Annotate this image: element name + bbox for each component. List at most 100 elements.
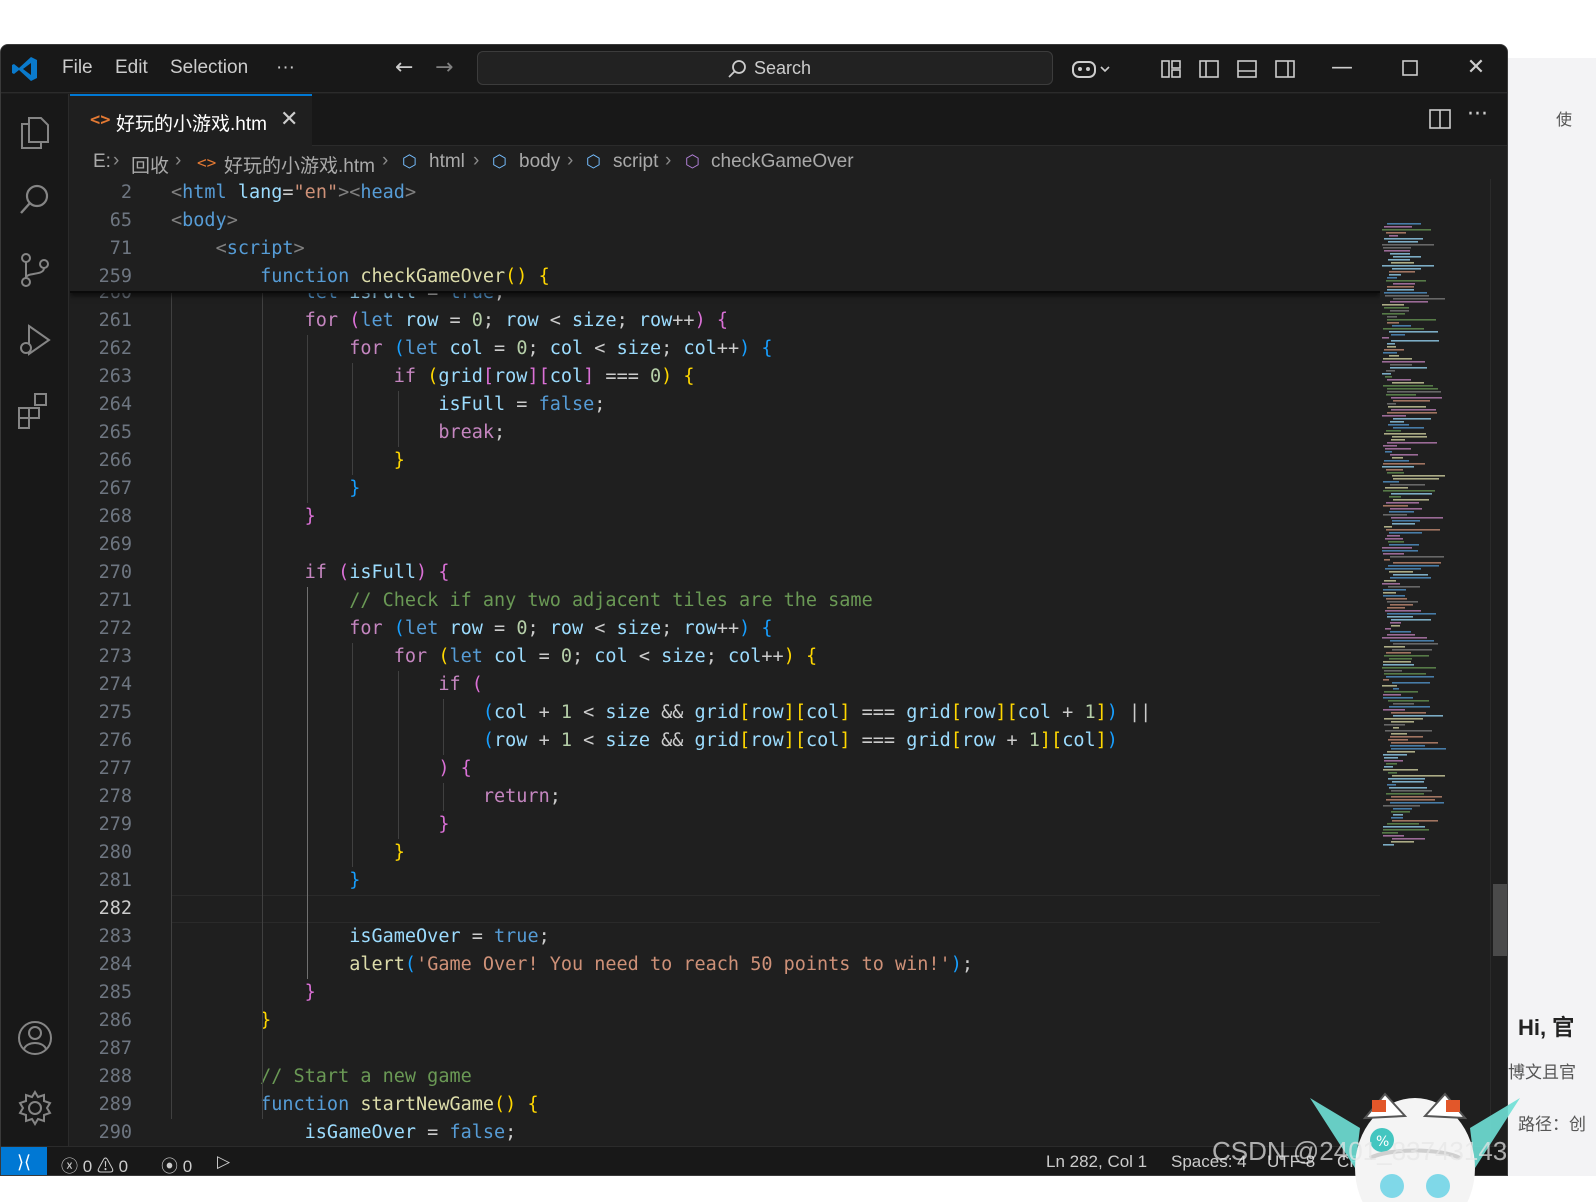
code-line[interactable]: 277 ) { <box>70 755 1380 783</box>
menu-more[interactable]: ··· <box>276 57 295 79</box>
breadcrumb-script[interactable]: script <box>613 151 658 173</box>
close-tab-icon[interactable]: ✕ <box>280 107 298 132</box>
account-icon[interactable] <box>15 1018 55 1058</box>
remote-indicator-icon[interactable]: ⟩⟨ <box>1 1147 47 1175</box>
code-line[interactable]: 261 for (let row = 0; row < size; row++)… <box>70 307 1380 335</box>
code-line[interactable]: 284 alert('Game Over! You need to reach … <box>70 951 1380 979</box>
status-ports[interactable]: ⦿ 0 <box>161 1152 193 1176</box>
code-text: ) { <box>438 758 472 779</box>
chevron-right-icon: › <box>473 150 480 171</box>
code-line[interactable]: 281 } <box>70 867 1380 895</box>
back-arrow-icon[interactable]: ← <box>395 55 413 80</box>
ports-count: 0 <box>182 1157 193 1176</box>
editor-tab-bar: <> 好玩的小游戏.htm ✕ ··· <box>70 94 1507 146</box>
line-number: 290 <box>98 1122 132 1143</box>
code-line[interactable]: 270 if (isFull) { <box>70 559 1380 587</box>
breadcrumb-body[interactable]: body <box>519 151 560 173</box>
minimap[interactable] <box>1380 179 1490 1146</box>
status-cursor-position[interactable]: Ln 282, Col 1 <box>1046 1152 1147 1172</box>
code-line[interactable]: 279 } <box>70 811 1380 839</box>
code-line[interactable]: 287 <box>70 1035 1380 1063</box>
code-line[interactable]: 269 <box>70 531 1380 559</box>
code-text: (row + 1 < size && grid[row][col] === gr… <box>482 730 1118 751</box>
code-text: return; <box>482 786 561 807</box>
html-file-icon: <> <box>197 153 217 172</box>
code-line[interactable]: 274 if ( <box>70 671 1380 699</box>
command-search-box[interactable]: Search <box>477 51 1053 85</box>
code-line[interactable]: 282 <box>70 895 1380 923</box>
code-line[interactable]: 285 } <box>70 979 1380 1007</box>
line-number: 259 <box>98 266 132 287</box>
more-actions-icon[interactable]: ··· <box>1467 102 1493 128</box>
code-text: } <box>304 982 316 1003</box>
code-text: (col + 1 < size && grid[row][col] === gr… <box>482 702 1152 723</box>
menu-selection[interactable]: Selection <box>170 57 248 79</box>
code-line[interactable]: 288 // Start a new game <box>70 1063 1380 1091</box>
menu-file[interactable]: File <box>62 57 93 79</box>
html-file-icon: <> <box>90 110 111 130</box>
split-editor-icon[interactable] <box>1427 106 1453 132</box>
symbol-element-icon: ⬡ <box>402 152 417 171</box>
close-window-icon[interactable]: ✕ <box>1461 53 1491 83</box>
breadcrumb-function[interactable]: checkGameOver <box>711 151 854 173</box>
code-line[interactable]: 262 for (let col = 0; col < size; col++)… <box>70 335 1380 363</box>
line-number: 274 <box>98 674 132 695</box>
code-line[interactable]: 266 } <box>70 447 1380 475</box>
sticky-line[interactable]: 259 function checkGameOver() { <box>70 263 1380 291</box>
menu-edit[interactable]: Edit <box>115 57 148 79</box>
run-and-debug-icon[interactable] <box>15 320 55 360</box>
code-editor[interactable]: 260 let isFull = true;261 for (let row =… <box>70 179 1380 1146</box>
sticky-line[interactable]: 65 <body> <box>70 207 1380 235</box>
line-number: 273 <box>98 646 132 667</box>
toggle-primary-sidebar-icon[interactable] <box>1197 57 1221 81</box>
extensions-icon[interactable] <box>15 390 55 430</box>
code-line[interactable]: 275 (col + 1 < size && grid[row][col] ==… <box>70 699 1380 727</box>
code-line[interactable]: 267 } <box>70 475 1380 503</box>
code-line[interactable]: 271 // Check if any two adjacent tiles a… <box>70 587 1380 615</box>
code-text: } <box>349 478 361 499</box>
breadcrumb-html[interactable]: html <box>429 151 465 173</box>
code-line[interactable]: 265 break; <box>70 419 1380 447</box>
search-icon[interactable] <box>15 180 55 220</box>
code-text: } <box>393 450 405 471</box>
explorer-icon[interactable] <box>15 112 55 152</box>
line-number: 71 <box>109 238 132 259</box>
code-line[interactable]: 264 isFull = false; <box>70 391 1380 419</box>
source-control-icon[interactable] <box>15 250 55 290</box>
code-text: for (let col = 0; col < size; col++) { <box>393 646 818 667</box>
tab-active-file[interactable]: <> 好玩的小游戏.htm ✕ <box>70 94 312 146</box>
breadcrumb-drive[interactable]: E: <box>93 151 111 173</box>
minimize-icon[interactable]: — <box>1327 53 1357 83</box>
code-line[interactable]: 280 } <box>70 839 1380 867</box>
line-number: 285 <box>98 982 132 1003</box>
vertical-scrollbar[interactable] <box>1490 179 1507 1146</box>
breadcrumb-folder[interactable]: 回收 <box>131 151 169 178</box>
toggle-secondary-sidebar-icon[interactable] <box>1273 57 1297 81</box>
code-line[interactable]: 278 return; <box>70 783 1380 811</box>
maximize-icon[interactable] <box>1395 53 1425 83</box>
settings-gear-icon[interactable] <box>15 1088 55 1128</box>
sticky-line[interactable]: 2 <html lang="en"><head> <box>70 179 1380 207</box>
forward-arrow-icon[interactable]: → <box>435 55 453 80</box>
code-line[interactable]: 272 for (let row = 0; row < size; row++)… <box>70 615 1380 643</box>
code-line[interactable]: 273 for (let col = 0; col < size; col++)… <box>70 643 1380 671</box>
code-line[interactable]: 276 (row + 1 < size && grid[row][col] ==… <box>70 727 1380 755</box>
error-count: 0 <box>82 1157 93 1176</box>
code-line[interactable]: 290 isGameOver = false; <box>70 1119 1380 1146</box>
indent-guide <box>352 643 354 867</box>
code-line[interactable]: 289 function startNewGame() { <box>70 1091 1380 1119</box>
customize-layout-icon[interactable] <box>1159 57 1183 81</box>
toggle-panel-icon[interactable] <box>1235 57 1259 81</box>
code-line[interactable]: 263 if (grid[row][col] === 0) { <box>70 363 1380 391</box>
sticky-line[interactable]: 71 <script> <box>70 235 1380 263</box>
copilot-icon[interactable] <box>1071 57 1111 81</box>
breadcrumb-file[interactable]: 好玩的小游戏.htm <box>224 151 375 178</box>
code-line[interactable]: 283 isGameOver = true; <box>70 923 1380 951</box>
line-number: 278 <box>98 786 132 807</box>
scrollbar-thumb[interactable] <box>1493 884 1507 956</box>
code-line[interactable]: 286 } <box>70 1007 1380 1035</box>
debug-launch-icon[interactable]: ▷ <box>217 1152 230 1172</box>
code-line[interactable]: 268 } <box>70 503 1380 531</box>
line-number: 267 <box>98 478 132 499</box>
status-problems[interactable]: ⓧ 0 ⚠ 0 <box>61 1152 128 1176</box>
